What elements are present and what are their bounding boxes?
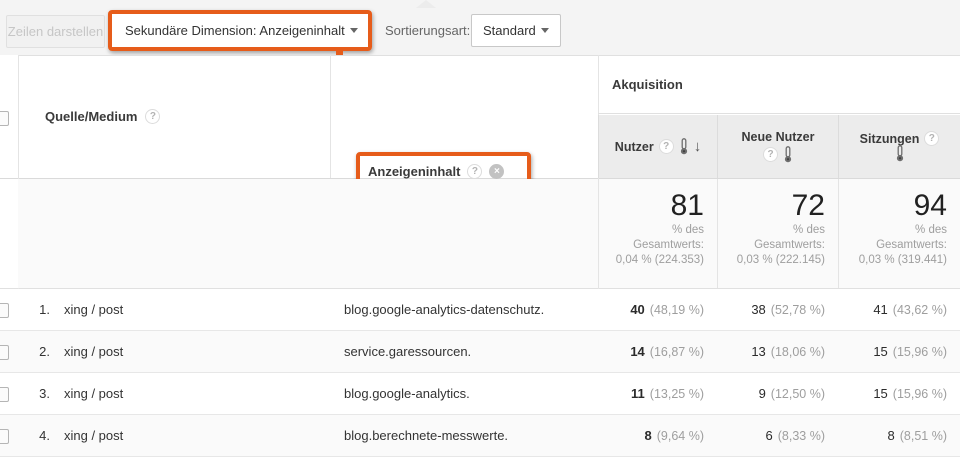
show-rows-button[interactable]: Zeilen darstellen [6,15,105,48]
secondary-dimension-label: Sekundäre Dimension: Anzeigeninhalt [125,23,345,38]
divider [330,55,331,178]
source-medium-value: xing / post [64,428,124,443]
users-cell: 11 (13,25 %) [631,386,704,401]
new-users-cell: 13 (18,06 %) [751,344,825,359]
table-row[interactable]: 3. xing / post blog.google-analytics. 11… [0,373,960,415]
column-header-source-medium[interactable]: Quelle/Medium ? [18,55,330,178]
sessions-cell: 41 (43,62 %) [873,302,947,317]
users-cell: 40 (48,19 %) [630,302,704,317]
source-medium-value: xing / post [64,302,124,317]
summary-new-users-value: 72 [791,189,825,222]
sessions-cell: 15 (15,96 %) [873,386,947,401]
ad-content-value: blog.google-analytics-datenschutz. [344,302,545,317]
annotation-box-secondary-dimension: Sekundäre Dimension: Anzeigeninhalt [108,10,372,51]
thermometer-icon[interactable] [895,145,905,162]
ad-content-value: blog.berechnete-messwerte. [344,428,509,443]
summary-new-users: 72 % des Gesamtwerts: 0,03 % (222.145) [717,179,838,288]
chevron-down-icon [541,28,549,33]
row-checkbox[interactable] [0,303,9,318]
new-users-cell: 9 (12,50 %) [758,386,825,401]
help-icon[interactable]: ? [924,131,940,146]
summary-new-users-pct: % des Gesamtwerts: 0,03 % (222.145) [736,224,825,266]
sort-desc-icon[interactable]: ↓ [694,139,702,154]
row-checkbox[interactable] [0,387,9,402]
users-cell: 8 (9,64 %) [644,428,704,443]
sort-type-value: Standard [483,23,536,38]
help-icon[interactable]: ? [658,139,674,154]
help-icon[interactable]: ? [763,147,778,162]
sessions-cell: 15 (15,96 %) [873,344,947,359]
row-checkbox[interactable] [0,345,9,360]
analytics-table-page: Zeilen darstellen Sekundäre Dimension: A… [0,0,960,457]
users-cell: 14 (16,87 %) [630,344,704,359]
secondary-dimension-dropdown[interactable]: Sekundäre Dimension: Anzeigeninhalt [112,14,368,47]
tooltip-caret [416,0,436,8]
sessions-cell: 8 (8,51 %) [887,428,947,443]
column-header-users[interactable]: Nutzer ? ↓ [598,115,717,178]
table-row[interactable]: 2. xing / post service.garessourcen. 14 … [0,331,960,373]
row-index: 1. [39,302,50,317]
summary-users: 81 % des Gesamtwerts: 0,04 % (224.353) [598,179,717,288]
ad-content-value: service.garessourcen. [344,344,472,359]
chevron-down-icon [350,28,358,33]
row-index: 4. [39,428,50,443]
column-header-sessions[interactable]: Sitzungen ? [838,115,960,178]
new-users-label: Neue Nutzer [741,130,815,144]
source-medium-value: xing / post [64,344,124,359]
source-medium-label: Quelle/Medium [45,109,138,124]
table-row[interactable]: 1. xing / post blog.google-analytics-dat… [0,289,960,331]
row-checkbox[interactable] [0,429,9,444]
new-users-cell: 6 (8,33 %) [765,428,825,443]
thermometer-icon[interactable] [679,138,689,155]
row-index: 2. [39,344,50,359]
thermometer-icon[interactable] [783,146,793,163]
select-all-checkbox[interactable] [0,111,9,126]
sort-type-label: Sortierungsart: [385,23,471,38]
toolbar: Zeilen darstellen Sekundäre Dimension: A… [0,0,960,55]
row-index: 3. [39,386,50,401]
new-users-cell: 38 (52,78 %) [751,302,825,317]
summary-sessions-pct: % des Gesamtwerts: 0,03 % (319.441) [858,224,947,266]
ad-content-value: blog.google-analytics. [344,386,470,401]
users-label: Nutzer [614,139,654,154]
metric-header-row: Nutzer ? ↓ Neue Nutzer ? Sitzungen ? [598,115,960,178]
sessions-label: Sitzungen [859,131,920,146]
ad-content-label: Anzeigeninhalt [368,164,461,179]
group-header-acquisition: Akquisition [598,55,960,114]
help-icon[interactable]: ? [145,109,161,124]
source-medium-value: xing / post [64,386,124,401]
summary-users-pct: % des Gesamtwerts: 0,04 % (224.353) [615,224,704,266]
acquisition-label: Akquisition [612,76,683,92]
summary-row: 81 % des Gesamtwerts: 0,04 % (224.353) 7… [0,178,960,289]
close-icon[interactable]: × [489,164,505,179]
summary-spacer [18,179,598,288]
sort-type-dropdown[interactable]: Standard [471,14,561,47]
summary-users-value: 81 [670,189,704,222]
summary-sessions: 94 % des Gesamtwerts: 0,03 % (319.441) [838,179,960,288]
help-icon[interactable]: ? [467,164,483,179]
data-table: Quelle/Medium ? Anzeigeninhalt ? × Akqui… [0,55,960,457]
table-row[interactable]: 4. xing / post blog.berechnete-messwerte… [0,415,960,457]
column-header-new-users[interactable]: Neue Nutzer ? [717,115,838,178]
summary-sessions-value: 94 [913,189,947,222]
table-body: 1. xing / post blog.google-analytics-dat… [0,289,960,457]
